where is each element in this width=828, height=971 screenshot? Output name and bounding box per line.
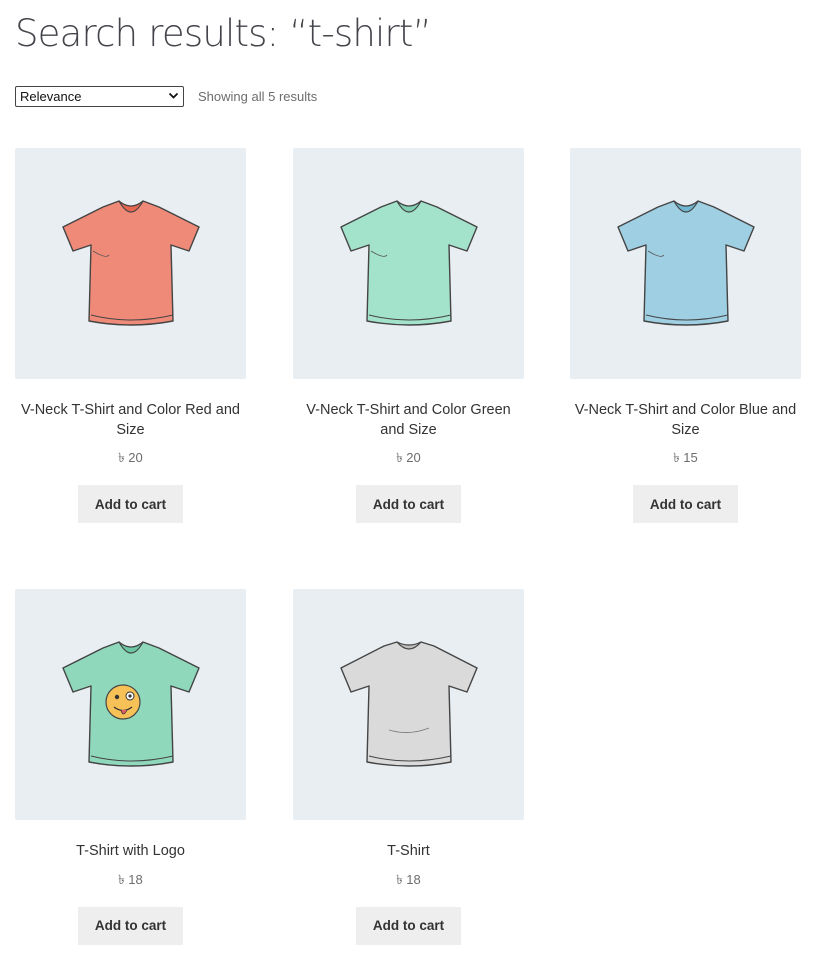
product-image[interactable] [15,148,246,379]
product-image[interactable] [15,589,246,820]
product-card: V-Neck T-Shirt and Color Blue and Size ৳… [570,148,801,523]
add-to-cart-button[interactable]: Add to cart [356,485,461,523]
tshirt-vneck-green-icon [339,199,478,326]
sort-select[interactable]: Relevance [15,86,184,107]
product-image[interactable] [293,589,524,820]
add-to-cart-button[interactable]: Add to cart [356,906,461,945]
page-title: Search results: “t-shirt” [15,12,432,55]
product-title[interactable]: T-Shirt with Logo [15,842,246,862]
tshirt-grey-icon [339,640,478,767]
tshirt-vneck-blue-icon [616,199,755,326]
chevron-down-icon [168,92,179,99]
result-count: Showing all 5 results [198,89,318,104]
product-title[interactable]: V-Neck T-Shirt and Color Red and Size [15,401,246,440]
product-price: ৳ 18 [118,871,143,887]
add-to-cart-button[interactable]: Add to cart [78,485,183,523]
product-price: ৳ 18 [396,871,421,887]
product-title[interactable]: V-Neck T-Shirt and Color Blue and Size [570,401,801,440]
sort-select-value: Relevance [20,89,82,104]
add-to-cart-button[interactable]: Add to cart [78,906,183,945]
product-card: V-Neck T-Shirt and Color Green and Size … [293,148,524,523]
product-card: T-Shirt with Logo ৳ 18 Add to cart [15,589,246,945]
product-card: T-Shirt ৳ 18 Add to cart [293,589,524,945]
tshirt-vneck-red-icon [61,199,200,326]
product-title[interactable]: V-Neck T-Shirt and Color Green and Size [293,401,524,440]
add-to-cart-button[interactable]: Add to cart [633,485,738,523]
product-image[interactable] [293,148,524,379]
product-image[interactable] [570,148,801,379]
product-title[interactable]: T-Shirt [293,842,524,862]
product-price: ৳ 20 [396,450,421,465]
product-card: V-Neck T-Shirt and Color Red and Size ৳ … [15,148,246,523]
tshirt-logo-icon [61,640,200,767]
product-price: ৳ 15 [673,450,698,465]
product-price: ৳ 20 [118,450,143,465]
smiley-logo-icon [104,683,141,720]
